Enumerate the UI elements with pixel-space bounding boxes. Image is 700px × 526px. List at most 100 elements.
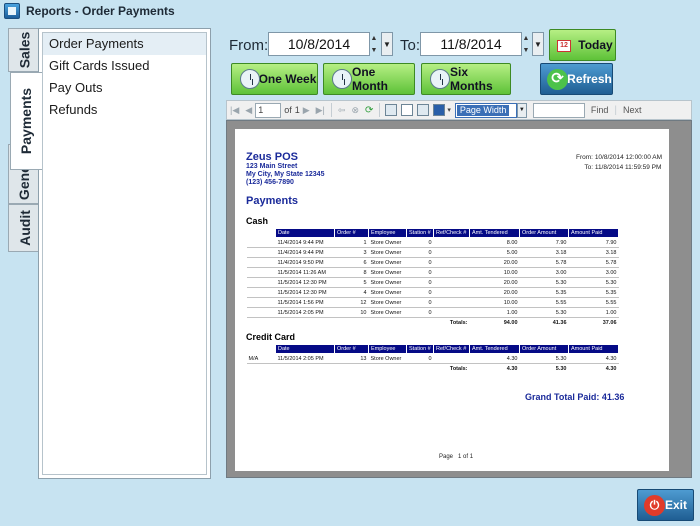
menu-item-pay-outs[interactable]: Pay Outs bbox=[43, 77, 206, 99]
table-cell-employee: Store Owner bbox=[368, 307, 407, 318]
menu-item-refunds[interactable]: Refunds bbox=[43, 99, 206, 121]
zoom-select[interactable]: Page Width bbox=[454, 102, 517, 118]
six-months-button[interactable]: Six Months bbox=[421, 63, 511, 95]
next-link[interactable]: Next bbox=[623, 105, 642, 115]
previous-page-icon[interactable]: ◀ bbox=[245, 105, 252, 116]
table-cell-employee: Store Owner bbox=[368, 247, 407, 258]
next-page-icon[interactable]: ▶ bbox=[303, 105, 310, 116]
range-from-label: From: bbox=[576, 154, 593, 161]
tab-payments[interactable]: Payments bbox=[10, 72, 42, 170]
to-date-spinner[interactable]: ▲ ▼ bbox=[521, 32, 531, 56]
table-cell-order: 5 bbox=[334, 277, 369, 288]
find-input[interactable] bbox=[532, 102, 585, 118]
one-month-button[interactable]: One Month bbox=[323, 63, 415, 95]
column-header: Amount Paid bbox=[568, 344, 619, 354]
today-button[interactable]: 12 Today bbox=[549, 29, 616, 61]
table-cell-ref bbox=[433, 277, 470, 288]
credit-table: Date Order # Employee Station # Ref/Chec… bbox=[246, 344, 619, 375]
to-date-dropdown[interactable]: ▼ bbox=[532, 32, 544, 56]
column-header: Amt. Tendered bbox=[469, 344, 520, 354]
report-viewer[interactable]: Zeus POS 123 Main Street My City, My Sta… bbox=[226, 120, 692, 478]
stop-icon[interactable]: ⊗ bbox=[351, 105, 359, 116]
type-column-header bbox=[246, 228, 276, 238]
table-cell-employee: Store Owner bbox=[368, 297, 407, 308]
report-menu-list: Order Payments Gift Cards Issued Pay Out… bbox=[42, 32, 207, 475]
from-date-spinner[interactable]: ▲ ▼ bbox=[369, 32, 379, 56]
table-cell-order: 8 bbox=[334, 267, 369, 278]
export-dropdown-icon[interactable]: ▾ bbox=[447, 106, 451, 114]
table-cell-tendered: 8.00 bbox=[469, 237, 520, 248]
table-cell-amount: 5.30 bbox=[519, 353, 569, 364]
find-link[interactable]: Find bbox=[591, 105, 609, 115]
table-cell-station: 0 bbox=[406, 277, 434, 288]
window-title: Reports - Order Payments bbox=[26, 4, 175, 18]
export-icon[interactable] bbox=[433, 104, 446, 116]
one-week-button[interactable]: One Week bbox=[231, 63, 318, 95]
table-row: 11/5/2014 12:30 PM 4 Store Owner 0 20.00 5.35… bbox=[246, 287, 619, 298]
back-icon[interactable]: ⇦ bbox=[338, 105, 346, 116]
range-from-value: 10/8/2014 12:00:00 AM bbox=[594, 154, 663, 161]
table-cell-date: 11/5/2014 2:05 PM bbox=[275, 353, 335, 364]
to-date-input[interactable]: 11/8/2014 bbox=[420, 32, 522, 56]
report-viewer-toolbar: |◀ ◀ 1 of 1 ▶ ▶| ⇦ ⊗ ⟳ ▾ Page Width ▼ Fi… bbox=[226, 100, 692, 120]
last-page-icon[interactable]: ▶| bbox=[316, 105, 325, 116]
table-row: 11/4/2014 9:44 PM 3 Store Owner 0 5.00 3.18 3.… bbox=[246, 247, 619, 258]
power-icon: ⏻ bbox=[644, 495, 665, 516]
page-setup-icon[interactable] bbox=[417, 104, 430, 116]
table-cell-amount: 3.00 bbox=[519, 267, 569, 278]
table-cell-type bbox=[246, 267, 276, 278]
first-page-icon[interactable]: |◀ bbox=[230, 105, 239, 116]
report-date-range: From: 10/8/2014 12:00:00 AM To: 11/8/201… bbox=[575, 153, 662, 173]
menu-item-order-payments[interactable]: Order Payments bbox=[43, 33, 206, 55]
toolbar-separator bbox=[330, 103, 332, 117]
table-cell-type bbox=[246, 277, 276, 288]
zoom-dropdown[interactable]: ▼ bbox=[516, 102, 527, 118]
table-cell-date: 11/5/2014 12:30 PM bbox=[275, 277, 335, 288]
print-layout-icon[interactable] bbox=[401, 104, 414, 116]
from-date-dropdown[interactable]: ▼ bbox=[381, 32, 393, 56]
table-cell-ref bbox=[433, 257, 470, 268]
refresh-button[interactable]: ⟳ Refresh bbox=[540, 63, 613, 95]
table-cell-amount: 5.30 bbox=[519, 307, 569, 318]
one-month-label: One Month bbox=[352, 65, 388, 93]
totals-cell: 41.36 bbox=[552, 320, 567, 327]
page-number-input[interactable]: 1 bbox=[255, 102, 282, 118]
from-date-input[interactable]: 10/8/2014 bbox=[268, 32, 370, 56]
menu-item-gift-cards-issued[interactable]: Gift Cards Issued bbox=[43, 55, 206, 77]
totals-cell: Totals: bbox=[449, 320, 468, 327]
refresh-icon: ⟳ bbox=[547, 69, 568, 90]
report-title: Payments bbox=[246, 195, 298, 207]
table-cell-date: 11/4/2014 9:50 PM bbox=[275, 257, 335, 268]
table-cell-employee: Store Owner bbox=[368, 257, 407, 268]
exit-button[interactable]: ⏻ Exit bbox=[637, 489, 694, 521]
table-row: 11/5/2014 2:05 PM 10 Store Owner 0 1.00 5.30 1… bbox=[246, 307, 619, 318]
totals-cell: 37.06 bbox=[602, 320, 617, 327]
table-cell-tendered: 10.00 bbox=[469, 267, 520, 278]
table-cell-date: 11/4/2014 9:44 PM bbox=[275, 237, 335, 248]
credit-header-row: Date Order # Employee Station # Ref/Chec… bbox=[246, 344, 619, 354]
range-to-value: 11/8/2014 11:59:59 PM bbox=[594, 164, 662, 171]
range-to-label: To: bbox=[584, 164, 593, 171]
tab-audit[interactable]: Audit bbox=[8, 204, 40, 252]
to-label: To: bbox=[400, 37, 421, 54]
refresh-label: Refresh bbox=[567, 72, 612, 86]
refresh-report-icon[interactable]: ⟳ bbox=[365, 105, 373, 116]
table-cell-tendered: 1.00 bbox=[469, 307, 520, 318]
print-icon[interactable] bbox=[385, 104, 398, 116]
table-cell-station: 0 bbox=[406, 307, 434, 318]
column-header: Ref/Check # bbox=[433, 344, 470, 354]
tab-sales[interactable]: Sales bbox=[8, 28, 40, 72]
grand-total: Grand Total Paid: 41.36 bbox=[525, 392, 624, 402]
toolbar-separator bbox=[379, 103, 381, 117]
table-cell-paid: 5.30 bbox=[568, 277, 619, 288]
table-cell-type bbox=[246, 307, 276, 318]
table-cell-station: 0 bbox=[406, 257, 434, 268]
table-cell-tendered: 4.30 bbox=[469, 353, 520, 364]
table-cell-type bbox=[246, 247, 276, 258]
report-page-number: Page 1 of 1 bbox=[439, 454, 473, 460]
table-cell-amount: 5.35 bbox=[519, 287, 569, 298]
clock-icon bbox=[430, 69, 450, 89]
totals-row: Totals: 94.00 41.36 37.06 bbox=[247, 318, 619, 329]
table-cell-paid: 3.00 bbox=[568, 267, 619, 278]
totals-cell: 5.30 bbox=[555, 366, 567, 373]
